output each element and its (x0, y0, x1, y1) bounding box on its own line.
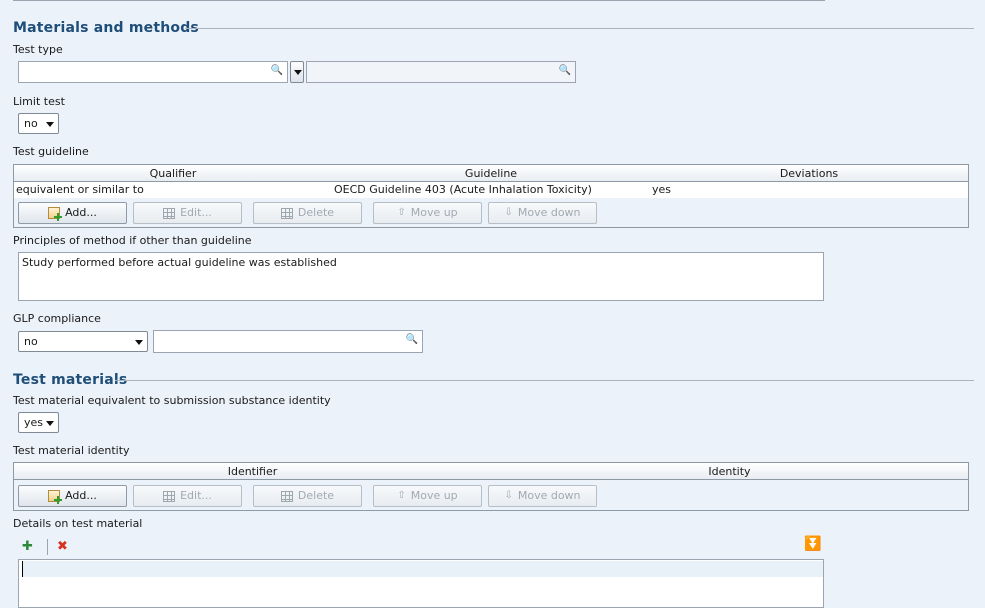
edit-button[interactable]: Edit... (133, 202, 242, 224)
arrow-up-icon: ⇧ (397, 207, 406, 218)
delete-button[interactable]: Delete (253, 202, 362, 224)
add-row-icon (48, 490, 63, 504)
delete-button-label: Delete (297, 206, 335, 219)
insert-phrase-icon[interactable]: ✚ (22, 540, 33, 553)
delete-grid-icon (280, 207, 293, 219)
chevron-down-icon (135, 340, 143, 345)
arrow-up-icon: ⇧ (397, 490, 406, 501)
section-divider (185, 28, 974, 29)
equivalent-identity-value: yes (24, 416, 44, 429)
edit-grid-icon (163, 490, 176, 502)
add-row-icon (48, 207, 63, 221)
column-header-qualifier[interactable]: Qualifier (14, 165, 333, 182)
details-label: Details on test material (13, 517, 143, 530)
move-down-button-label: Move down (517, 489, 581, 502)
section-title-test-materials: Test materials (13, 372, 128, 388)
edit-button-label: Edit... (180, 489, 212, 502)
add-button[interactable]: Add... (18, 202, 127, 224)
equivalent-identity-label: Test material equivalent to submission s… (13, 394, 331, 407)
magnifier-icon[interactable]: 🔍 (271, 65, 283, 76)
column-header-identity[interactable]: Identity (491, 463, 968, 480)
move-up-button-label: Move up (410, 489, 458, 502)
move-up-button-label: Move up (410, 206, 458, 219)
glp-compliance-value: no (24, 335, 38, 348)
glp-compliance-select[interactable]: no (18, 331, 148, 352)
edit-grid-icon (163, 207, 176, 219)
limit-test-select[interactable]: no (18, 113, 59, 134)
test-material-identity-table: Identifier Identity Add... Edit... Delet… (13, 462, 969, 511)
column-header-identifier[interactable]: Identifier (14, 463, 492, 480)
delete-button-label: Delete (297, 489, 335, 502)
section-divider (115, 380, 974, 381)
add-button-label: Add... (65, 206, 97, 219)
equivalent-identity-select[interactable]: yes (18, 412, 59, 433)
principles-label: Principles of method if other than guide… (13, 234, 252, 247)
clear-x-icon[interactable]: ✖ (57, 540, 68, 553)
move-down-button[interactable]: ⇩ Move down (488, 202, 597, 224)
arrow-down-icon: ⇩ (504, 490, 513, 501)
add-button[interactable]: Add... (18, 485, 127, 507)
edit-button-label: Edit... (180, 206, 212, 219)
test-material-identity-label: Test material identity (13, 444, 130, 457)
delete-button[interactable]: Delete (253, 485, 362, 507)
double-chevron-down-icon[interactable]: ⏬ (804, 537, 821, 551)
text-caret-line (22, 561, 823, 577)
details-textarea[interactable] (18, 559, 824, 608)
magnifier-icon[interactable]: 🔍 (559, 65, 571, 76)
test-type-label: Test type (13, 43, 63, 56)
test-guideline-table: Qualifier Guideline Deviations equivalen… (13, 164, 969, 228)
edit-button[interactable]: Edit... (133, 485, 242, 507)
toolbar-separator (47, 539, 48, 555)
glp-compliance-label: GLP compliance (13, 312, 101, 325)
section-title-materials-methods: Materials and methods (13, 20, 199, 36)
cell-guideline: OECD Guideline 403 (Acute Inhalation Tox… (334, 183, 592, 196)
move-down-button[interactable]: ⇩ Move down (488, 485, 597, 507)
magnifier-icon[interactable]: 🔍 (406, 334, 418, 345)
add-button-label: Add... (65, 489, 97, 502)
limit-test-label: Limit test (13, 95, 65, 108)
move-down-button-label: Move down (517, 206, 581, 219)
chevron-down-icon (294, 70, 302, 75)
delete-grid-icon (280, 490, 293, 502)
glp-remarks-input[interactable]: 🔍 (153, 330, 423, 353)
cell-deviations: yes (652, 183, 672, 196)
column-header-deviations[interactable]: Deviations (650, 165, 968, 182)
previous-panel-edge (13, 0, 825, 1)
move-up-button[interactable]: ⇧ Move up (373, 485, 482, 507)
move-up-button[interactable]: ⇧ Move up (373, 202, 482, 224)
table-row[interactable]: equivalent or similar to OECD Guideline … (14, 182, 968, 198)
test-type-input[interactable]: 🔍 (18, 61, 288, 83)
test-guideline-label: Test guideline (13, 145, 89, 158)
arrow-down-icon: ⇩ (504, 207, 513, 218)
limit-test-value: no (24, 117, 38, 130)
cell-qualifier: equivalent or similar to (16, 183, 144, 196)
chevron-down-icon (46, 421, 54, 426)
test-type-dropdown-button[interactable] (290, 61, 304, 83)
chevron-down-icon (46, 122, 54, 127)
column-header-guideline[interactable]: Guideline (332, 165, 651, 182)
principles-textarea[interactable]: Study performed before actual guideline … (18, 252, 824, 301)
test-type-secondary-input[interactable]: 🔍 (306, 61, 576, 83)
